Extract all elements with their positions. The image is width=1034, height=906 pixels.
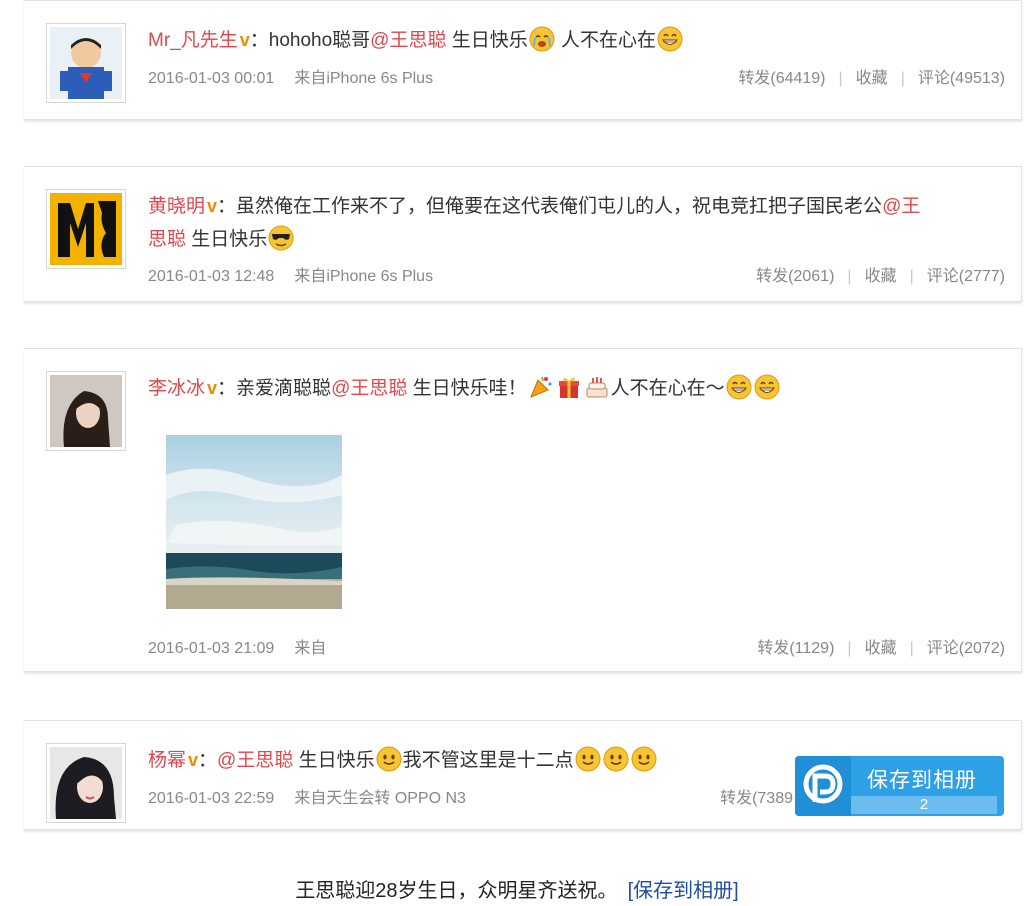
colon: ：: [249, 30, 269, 51]
mention-link[interactable]: @王思聪: [370, 30, 446, 51]
verified-v-icon: v: [239, 30, 250, 50]
post-text-line2: 思聪 生日快乐: [148, 223, 1001, 257]
favorite-button[interactable]: 收藏: [865, 268, 897, 285]
verified-v-icon: v: [207, 378, 218, 398]
colon: ：: [198, 750, 218, 771]
weibo-post-card: 黄晓明 v：虽然俺在工作来不了，但俺要在这代表俺们屯儿的人，祝电竞扛把子国民老公@…: [24, 166, 1022, 302]
mention-link[interactable]: @王思聪: [217, 750, 293, 771]
save-to-album-button[interactable]: 保存到相册 2: [795, 756, 1004, 816]
verified-v-icon: v: [207, 196, 218, 216]
post-meta: 2016-01-03 00:01 来自iPhone 6s Plus 转发(6441…: [148, 69, 1005, 89]
post-photo-sea-image[interactable]: [166, 435, 342, 609]
m-logo-avatar-icon: [50, 193, 122, 265]
post-source: 来自: [294, 640, 327, 657]
divider: |: [900, 70, 905, 87]
post-username[interactable]: 李冰冰: [148, 378, 205, 399]
woman-portrait-avatar-icon: [50, 375, 122, 447]
post-time[interactable]: 2016-01-03 00:01: [148, 70, 274, 87]
post-meta: 2016-01-03 12:48 来自iPhone 6s Plus 转发(2061…: [148, 267, 1005, 287]
colon: ：: [217, 378, 237, 399]
birthday-cake-emoji-icon: [584, 374, 610, 400]
user-avatar[interactable]: [46, 743, 126, 823]
user-avatar[interactable]: [46, 189, 126, 269]
post-body: hohoho聪哥: [268, 30, 371, 51]
post-source: 来自天生会转 OPPO N3: [294, 790, 466, 807]
user-avatar[interactable]: [46, 23, 126, 103]
post-actions: 转发(1129) | 收藏 | 评论(2072): [757, 639, 1005, 659]
save-count-badge: 2: [851, 796, 997, 814]
image-caption: 王思聪迎28岁生日，众明星齐送祝。 [保存到相册]: [0, 874, 1034, 903]
repost-button[interactable]: 转发(2061): [756, 268, 834, 285]
smile-emoji-icon: [603, 746, 629, 772]
post-text: Mr_凡先生 v：hohoho聪哥@王思聪 生日快乐 人不在心在: [148, 23, 1001, 58]
post-body: 人不在心在: [555, 30, 657, 51]
mention-link[interactable]: @王: [882, 196, 920, 217]
post-text: 李冰冰 v：亲爱滴聪聪@王思聪 生日快乐哇！ 人不在心在～: [148, 371, 1001, 406]
verified-v-icon: v: [188, 750, 199, 770]
comment-button[interactable]: 评论(2072): [927, 640, 1005, 657]
post-body: 生日快乐: [446, 30, 528, 51]
post-text: 黄晓明 v：虽然俺在工作来不了，但俺要在这代表俺们屯儿的人，祝电竞扛把子国民老公@…: [148, 189, 1001, 224]
save-album-logo-icon: [795, 756, 851, 816]
post-body: 生日快乐哇！: [407, 378, 527, 399]
divider: |: [847, 640, 852, 657]
post-time[interactable]: 2016-01-03 22:59: [148, 790, 274, 807]
crying-emoji-icon: [529, 26, 555, 52]
divider: |: [847, 268, 852, 285]
comment-button[interactable]: 评论(2777): [927, 268, 1005, 285]
grin-emoji-icon: [754, 374, 780, 400]
save-to-album-link[interactable]: [保存到相册]: [628, 880, 739, 902]
favorite-button[interactable]: 收藏: [865, 640, 897, 657]
repost-button[interactable]: 转发(7389: [720, 790, 793, 807]
superman-boy-avatar-icon: [50, 27, 122, 99]
post-body: 我不管这里是十二点: [402, 750, 574, 771]
smile-emoji-icon: [575, 746, 601, 772]
post-username[interactable]: 杨幂: [148, 750, 186, 771]
post-actions: 转发(64419) | 收藏 | 评论(49513): [738, 69, 1005, 89]
post-actions: 转发(2061) | 收藏 | 评论(2777): [756, 267, 1005, 287]
post-meta: 2016-01-03 21:09 来自 转发(1129) | 收藏 | 评论(2072): [148, 639, 1005, 659]
post-body: 亲爱滴聪聪: [236, 378, 332, 399]
post-body: 生日快乐: [293, 750, 375, 771]
post-actions: 转发(7389: [720, 789, 793, 809]
divider: |: [909, 640, 914, 657]
comment-button[interactable]: 评论(49513): [918, 70, 1005, 87]
post-username[interactable]: 黄晓明: [148, 196, 205, 217]
mention-link[interactable]: 思聪: [148, 229, 186, 250]
favorite-button[interactable]: 收藏: [856, 70, 888, 87]
colon: ：: [217, 196, 237, 217]
post-source: 来自iPhone 6s Plus: [294, 268, 434, 285]
grin-emoji-icon: [726, 374, 752, 400]
post-source: 来自iPhone 6s Plus: [294, 70, 434, 87]
cool-sunglasses-emoji-icon: [268, 225, 294, 251]
gift-box-emoji-icon: [556, 374, 582, 400]
post-time[interactable]: 2016-01-03 12:48: [148, 268, 274, 285]
grin-emoji-icon: [657, 26, 683, 52]
caption-text: 王思聪迎28岁生日，众明星齐送祝。: [295, 880, 618, 902]
repost-button[interactable]: 转发(1129): [757, 640, 834, 657]
save-to-album-label: 保存到相册: [867, 769, 977, 792]
mention-link[interactable]: @王思聪: [331, 378, 407, 399]
post-username[interactable]: Mr_凡先生: [148, 30, 238, 51]
post-body: 人不在心在～: [610, 378, 725, 399]
party-popper-emoji-icon: [528, 374, 554, 400]
weibo-post-card: 李冰冰 v：亲爱滴聪聪@王思聪 生日快乐哇！ 人不在心在～ 2016-01-03 2…: [24, 348, 1022, 672]
smile-emoji-icon: [631, 746, 657, 772]
weibo-post-card: Mr_凡先生 v：hohoho聪哥@王思聪 生日快乐 人不在心在 2016-01-…: [24, 0, 1022, 120]
post-body: 生日快乐: [186, 229, 268, 250]
smile-emoji-icon: [376, 746, 402, 772]
post-body: 虽然俺在工作来不了，但俺要在这代表俺们屯儿的人，祝电竞扛把子国民老公: [236, 196, 883, 217]
divider: |: [838, 70, 843, 87]
post-time[interactable]: 2016-01-03 21:09: [148, 640, 274, 657]
user-avatar[interactable]: [46, 371, 126, 451]
repost-button[interactable]: 转发(64419): [738, 70, 825, 87]
woman-portrait-avatar-icon: [50, 747, 122, 819]
divider: |: [909, 268, 914, 285]
